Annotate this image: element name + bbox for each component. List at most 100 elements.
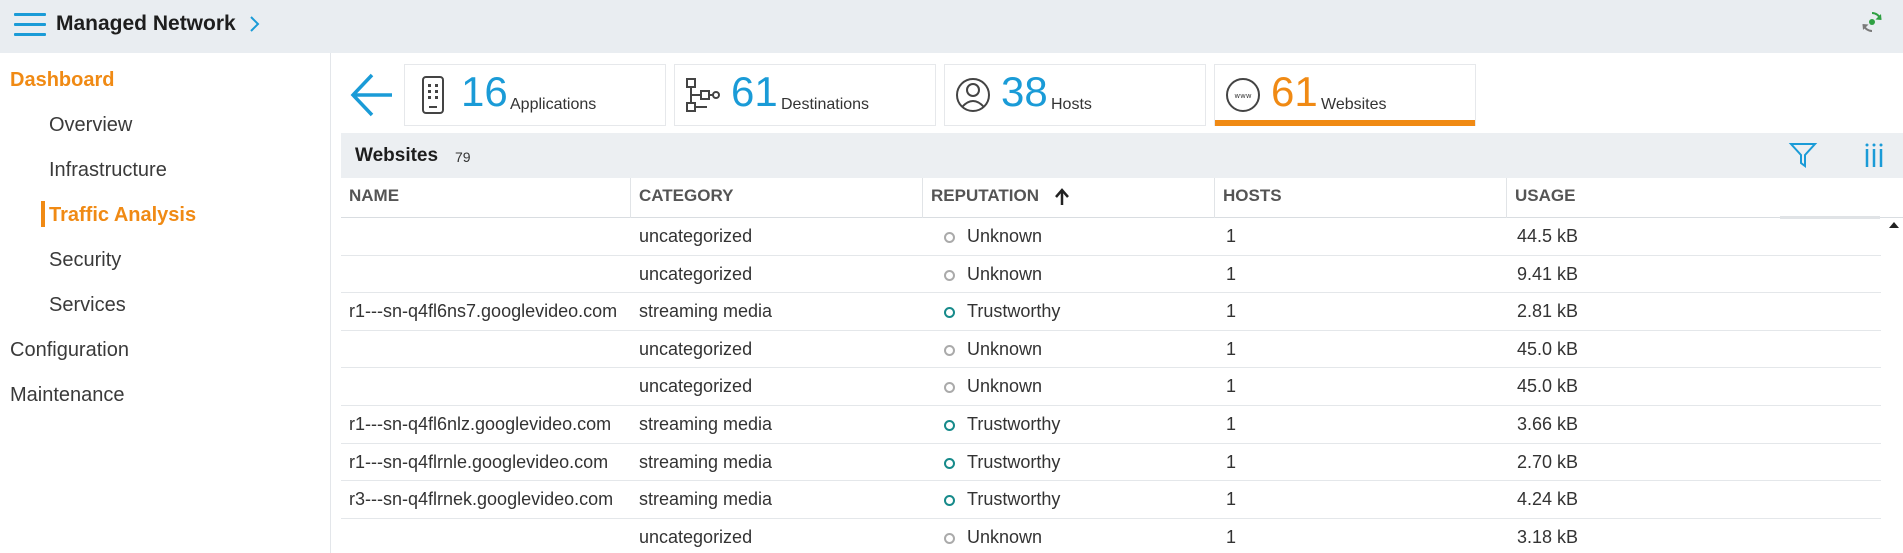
trustworthy-status-icon	[944, 495, 955, 507]
cell-reputation: Unknown	[967, 263, 1043, 284]
cell-name: r1---sn-q4fl6nlz.googlevideo.com	[349, 414, 612, 434]
table-row[interactable]: r1---sn-q4fl6nlz.googlevideo.com streamin…	[341, 406, 1881, 444]
cell-hosts: 1	[1226, 526, 1237, 547]
table-body: uncategorized Unknown 1 44.5 kB uncategorize…	[341, 218, 1881, 553]
unknown-status-icon	[944, 232, 955, 243]
app-title[interactable]: Managed Network	[56, 12, 236, 36]
cell-hosts: 1	[1226, 451, 1237, 472]
sidebar-item-traffic-analysis[interactable]: Traffic Analysis	[49, 204, 196, 227]
sidebar-item-dashboard[interactable]: Dashboard	[10, 69, 114, 92]
sort-ascending-icon[interactable]	[1055, 187, 1069, 206]
table-row[interactable]: uncategorized Unknown 1 3.18 kB	[341, 519, 1881, 553]
unknown-status-icon	[944, 382, 955, 394]
table-header: NAME CATEGORY REPUTATION HOSTS USAGE	[341, 178, 1903, 218]
cell-usage: 44.5 kB	[1517, 226, 1579, 246]
table-row[interactable]: r3---sn-q4flrnek.googlevideo.com streamin…	[341, 481, 1881, 519]
websites-label: Websites	[1321, 96, 1387, 113]
hamburger-menu-icon[interactable]	[14, 13, 46, 37]
cell-usage: 45.0 kB	[1517, 376, 1579, 397]
stat-card-hosts[interactable]: 38 Hosts	[944, 64, 1206, 126]
cell-reputation: Trustworthy	[967, 451, 1061, 472]
cell-hosts: 1	[1226, 414, 1237, 434]
table-row[interactable]: uncategorized Unknown 1 45.0 kB	[341, 368, 1881, 406]
sidebar-item-maintenance[interactable]: Maintenance	[10, 384, 125, 407]
columns-icon[interactable]	[1861, 141, 1887, 169]
cell-name: r1---sn-q4flrnle.googlevideo.com	[349, 451, 609, 472]
sidebar: Dashboard Overview Infrastructure Traffi…	[0, 53, 331, 553]
sidebar-item-security[interactable]: Security	[49, 249, 121, 272]
cell-category: streaming media	[639, 301, 773, 322]
cell-hosts: 1	[1226, 376, 1237, 397]
cell-usage: 3.66 kB	[1517, 414, 1579, 434]
user-circle-icon	[956, 78, 990, 112]
cell-usage: 4.24 kB	[1517, 489, 1579, 510]
sidebar-item-configuration[interactable]: Configuration	[10, 339, 129, 362]
refresh-icon[interactable]	[1860, 10, 1884, 34]
mobile-device-icon	[422, 76, 444, 114]
cell-name: r1---sn-q4fl6ns7.googlevideo.com	[349, 301, 618, 322]
column-header-reputation-label: REPUTATION	[931, 186, 1039, 205]
back-arrow-icon[interactable]	[348, 70, 396, 120]
panel-title: Websites	[355, 145, 439, 166]
cell-reputation: Unknown	[967, 376, 1043, 397]
unknown-status-icon	[944, 269, 955, 281]
panel-count: 79	[455, 149, 471, 165]
applications-count: 16	[461, 68, 508, 115]
table-row[interactable]: uncategorized Unknown 1 44.5 kB	[341, 218, 1881, 256]
cell-reputation: Trustworthy	[967, 489, 1061, 510]
scroll-up-arrow-icon[interactable]	[1889, 222, 1899, 228]
table-row[interactable]: uncategorized Unknown 1 9.41 kB	[341, 256, 1881, 294]
scrollbar[interactable]	[1881, 218, 1903, 553]
stat-card-destinations[interactable]: 61 Destinations	[674, 64, 936, 126]
cell-hosts: 1	[1226, 263, 1237, 284]
cell-usage: 3.18 kB	[1517, 526, 1579, 547]
filter-icon[interactable]	[1788, 141, 1818, 169]
applications-label: Applications	[510, 96, 597, 113]
selected-underline	[1215, 120, 1475, 126]
sidebar-item-services[interactable]: Services	[49, 294, 126, 317]
destinations-count: 61	[731, 68, 778, 115]
cell-hosts: 1	[1226, 489, 1237, 510]
destinations-label: Destinations	[781, 96, 870, 113]
websites-count: 61	[1271, 68, 1318, 115]
www-globe-icon: www	[1226, 78, 1260, 112]
column-header-category[interactable]: CATEGORY	[631, 178, 923, 218]
cell-usage: 2.70 kB	[1517, 451, 1579, 472]
chevron-right-icon[interactable]	[248, 14, 262, 34]
stat-card-applications[interactable]: 16 Applications	[404, 64, 666, 126]
cell-reputation: Trustworthy	[967, 414, 1061, 434]
cell-hosts: 1	[1226, 301, 1237, 322]
cell-usage: 2.81 kB	[1517, 301, 1579, 322]
panel-header: Websites 79	[341, 133, 1903, 178]
cell-reputation: Unknown	[967, 338, 1043, 359]
cell-reputation: Trustworthy	[967, 301, 1061, 322]
table-row[interactable]: r1---sn-q4fl6ns7.googlevideo.com streamin…	[341, 293, 1881, 331]
hosts-label: Hosts	[1051, 96, 1092, 113]
column-header-hosts[interactable]: HOSTS	[1215, 178, 1507, 218]
unknown-status-icon	[944, 532, 955, 544]
column-header-reputation[interactable]: REPUTATION	[923, 178, 1215, 218]
cell-category: uncategorized	[639, 263, 753, 284]
cell-category: uncategorized	[639, 338, 753, 359]
sidebar-item-infrastructure[interactable]: Infrastructure	[49, 159, 167, 182]
stat-card-websites[interactable]: www 61 Websites	[1214, 64, 1476, 126]
cell-name: r3---sn-q4flrnek.googlevideo.com	[349, 489, 614, 510]
table-row[interactable]: uncategorized Unknown 1 45.0 kB	[341, 331, 1881, 369]
hosts-count: 38	[1001, 68, 1048, 115]
column-header-name[interactable]: NAME	[341, 178, 631, 218]
sidebar-item-overview[interactable]: Overview	[49, 114, 132, 137]
trustworthy-status-icon	[944, 457, 955, 469]
cell-usage: 9.41 kB	[1517, 263, 1579, 284]
cell-category: uncategorized	[639, 526, 753, 547]
cell-reputation: Unknown	[967, 526, 1043, 547]
cell-category: streaming media	[639, 489, 773, 510]
column-header-usage[interactable]: USAGE	[1507, 178, 1903, 218]
network-tree-icon	[686, 78, 720, 112]
cell-hosts: 1	[1226, 226, 1237, 246]
cell-category: uncategorized	[639, 226, 753, 246]
cell-category: streaming media	[639, 414, 773, 434]
table-row[interactable]: r1---sn-q4flrnle.googlevideo.com streamin…	[341, 444, 1881, 482]
trustworthy-status-icon	[944, 420, 955, 431]
unknown-status-icon	[944, 344, 955, 356]
active-indicator	[41, 201, 45, 227]
